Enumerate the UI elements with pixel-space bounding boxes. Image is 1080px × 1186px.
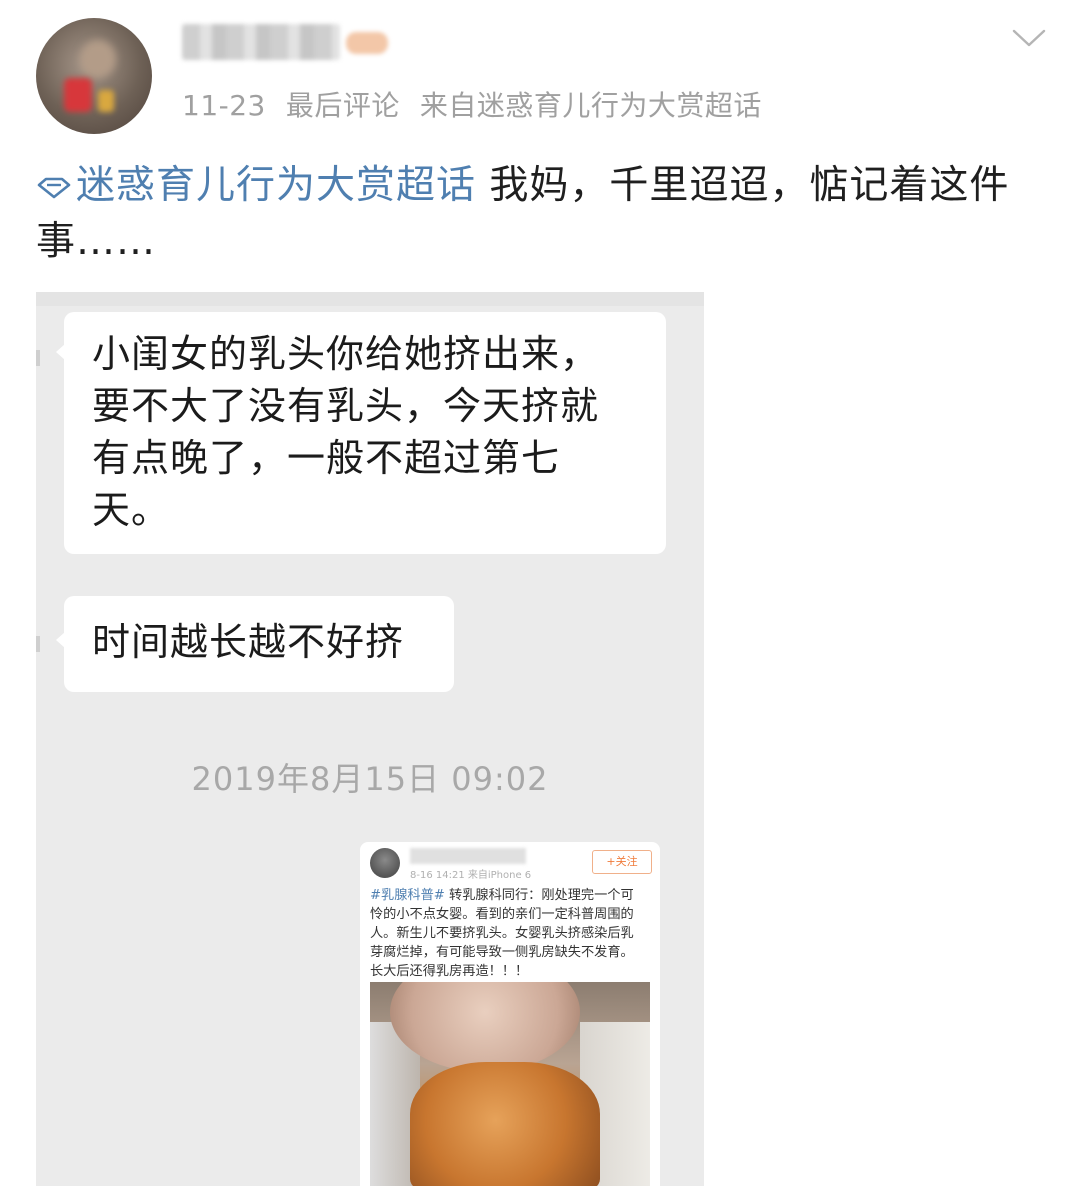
chat-timestamp: 2019年8月15日 09:02 (191, 760, 549, 798)
super-topic-link[interactable]: 迷惑育儿行为大赏超话 (36, 163, 476, 208)
embedded-avatar (370, 848, 400, 878)
post-header: 11-23 最后评论 来自迷惑育儿行为大赏超话 (0, 0, 1080, 150)
chat-top-divider (36, 292, 704, 306)
embedded-post-meta: 8-16 14:21 来自iPhone 6 (410, 870, 532, 881)
super-topic-label[interactable]: 迷惑育儿行为大赏超话 (76, 163, 476, 208)
last-comment-label: 最后评论 (285, 89, 400, 122)
chat-message: 时间越长越不好挤 (64, 596, 454, 692)
super-topic-diamond-icon (37, 177, 71, 199)
chat-screenshot[interactable]: 小闺女的乳头你给她挤出来， 要不大了没有乳头，今天挤就 有点晚了，一般不超过第七… (36, 292, 704, 1186)
embedded-hashtag: #乳腺科普# (370, 888, 445, 903)
embedded-photo (370, 982, 650, 1186)
avatar[interactable] (36, 18, 152, 134)
post-meta: 11-23 最后评论 来自迷惑育儿行为大赏超话 (182, 84, 782, 124)
post-source[interactable]: 来自迷惑育儿行为大赏超话 (420, 89, 762, 122)
chevron-down-icon[interactable] (1012, 28, 1046, 48)
sender-avatar-edge (36, 636, 40, 652)
embedded-username-blurred (410, 848, 526, 864)
sender-avatar-edge (36, 350, 40, 366)
username-blurred[interactable] (182, 24, 340, 60)
user-badge-icon (346, 32, 388, 54)
shared-weibo-post[interactable]: 8-16 14:21 来自iPhone 6 +关注 #乳腺科普# 转乳腺科同行：… (360, 842, 660, 1186)
follow-button[interactable]: +关注 (592, 850, 652, 874)
embedded-post-text: #乳腺科普# 转乳腺科同行：刚处理完一个可 怜的小不点女婴。看到的亲们一定科普周… (370, 886, 654, 981)
chat-message: 小闺女的乳头你给她挤出来， 要不大了没有乳头，今天挤就 有点晚了，一般不超过第七… (64, 312, 666, 554)
post-body: 迷惑育儿行为大赏超话 我妈，千里迢迢，惦记着这件事…… (36, 158, 1036, 270)
post-date: 11-23 (182, 89, 266, 122)
